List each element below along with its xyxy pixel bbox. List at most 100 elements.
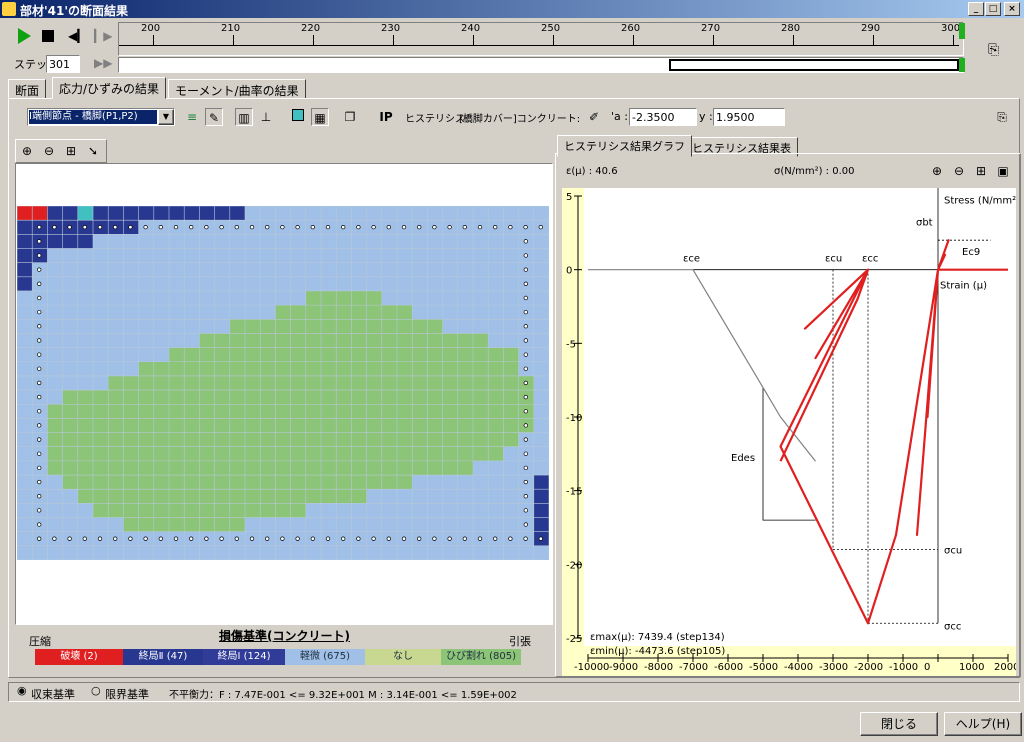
- y-input[interactable]: [713, 108, 785, 126]
- layers-icon[interactable]: ≡: [183, 108, 201, 126]
- section-cell: [138, 446, 154, 461]
- graph-frame-icon[interactable]: ▣: [994, 162, 1012, 180]
- section-cell: [108, 418, 124, 433]
- section-cell: [366, 375, 382, 391]
- section-cell: [245, 375, 261, 391]
- section-cell: [457, 460, 473, 476]
- section-cell: [397, 333, 413, 348]
- section-cell: [488, 361, 504, 376]
- zoom-in-icon[interactable]: ⊕: [18, 142, 36, 160]
- y-tick-label: -5: [566, 339, 576, 350]
- play-button[interactable]: [18, 28, 34, 44]
- bar-outline-icon[interactable]: ⊥: [257, 108, 275, 126]
- minimize-button[interactable]: _: [968, 2, 984, 16]
- eps-cc-label: εcc: [862, 254, 878, 265]
- status-bar: ◉ 収束基準 ○ 限界基準 不平衡力：F : 7.47E-001 <= 9.32…: [8, 682, 1020, 702]
- pen-icon[interactable]: ✎: [205, 108, 223, 126]
- grid-icon[interactable]: ▦: [311, 108, 329, 126]
- section-cell: [305, 305, 321, 320]
- section-cell: [245, 503, 261, 518]
- step-input[interactable]: [46, 55, 80, 73]
- section-cell: [305, 446, 321, 461]
- rebar-dot: [447, 536, 452, 541]
- cube-icon[interactable]: ❐: [341, 108, 359, 126]
- slider-window[interactable]: [669, 59, 959, 71]
- section-cell: [397, 319, 413, 334]
- legend-right-label: 引張: [509, 635, 531, 648]
- export-icon[interactable]: ⎘: [993, 108, 1011, 126]
- bar-chart-icon[interactable]: ▥: [235, 108, 253, 126]
- section-cell: [169, 361, 185, 376]
- rebar-dot: [523, 338, 528, 343]
- tab-moment-curvature[interactable]: モーメント/曲率の結果: [168, 79, 306, 99]
- tab-section[interactable]: 断面: [8, 79, 47, 99]
- section-cell: [199, 404, 215, 419]
- copy-icon[interactable]: ⎘: [988, 42, 999, 58]
- y-tick-label: -20: [566, 560, 582, 571]
- node-select[interactable]: I端側節点 - 橋脚(P1,P2) ▼: [27, 108, 175, 126]
- slider-thumb[interactable]: [959, 58, 965, 72]
- section-view[interactable]: [15, 163, 553, 625]
- section-cell: [457, 418, 473, 433]
- section-cell: [169, 503, 185, 518]
- square-icon[interactable]: [289, 108, 307, 126]
- section-cell: [503, 347, 519, 362]
- fit-icon[interactable]: ⊞: [62, 142, 80, 160]
- close-button[interactable]: 閉じる: [860, 712, 938, 736]
- graph-zoom-in-icon[interactable]: ⊕: [928, 162, 946, 180]
- section-cell: [366, 290, 382, 306]
- stop-button[interactable]: [42, 30, 54, 42]
- section-cell: [169, 460, 185, 476]
- a-input[interactable]: [629, 108, 697, 126]
- zoom-out-icon[interactable]: ⊖: [40, 142, 58, 160]
- section-cell: [260, 489, 276, 504]
- radio-limit[interactable]: ○: [91, 684, 101, 697]
- section-cell: [153, 418, 169, 433]
- tab-stress-strain[interactable]: 応力/ひずみの結果: [52, 77, 167, 99]
- step-back-button[interactable]: ◀▎: [68, 29, 86, 43]
- section-cell: [77, 390, 93, 405]
- section-cell: [397, 418, 413, 433]
- section-cell: [457, 333, 473, 348]
- timeline-ruler[interactable]: 200 210 220 230 240 250 260 270 280 290 300: [118, 22, 965, 56]
- rebar-dot: [158, 225, 163, 230]
- chevron-down-icon[interactable]: ▼: [158, 109, 174, 125]
- ip-icon[interactable]: IP: [377, 108, 395, 126]
- graph-fit-icon[interactable]: ⊞: [972, 162, 990, 180]
- timeline-tick: [553, 35, 554, 45]
- hysteresis-chart[interactable]: 50-5-10-15-20-25-10000 -9000 -8000 -7000 -60…: [562, 188, 1016, 676]
- section-cell: [138, 503, 154, 518]
- section-cell: [305, 319, 321, 334]
- section-cell: [503, 375, 519, 391]
- section-cell: [123, 375, 139, 391]
- pan-icon[interactable]: ➘: [84, 142, 102, 160]
- eps-min-label: εmin(μ): -4473.6 (step105): [590, 646, 725, 657]
- section-cell: [123, 475, 139, 490]
- step-slider[interactable]: [118, 57, 965, 73]
- section-cell: [138, 361, 154, 376]
- radio-convergence[interactable]: ◉: [17, 684, 27, 697]
- rebar-dot: [523, 437, 528, 442]
- section-cell: [123, 489, 139, 504]
- help-button[interactable]: ヘルプ(H): [944, 712, 1022, 736]
- rebar-dot: [97, 536, 103, 541]
- section-cell: [473, 333, 489, 348]
- fast-forward-button[interactable]: ▶▶: [94, 56, 112, 70]
- rebar-dot: [128, 225, 133, 230]
- section-cell: [336, 418, 352, 433]
- section-cell: [123, 503, 139, 518]
- strain-axis-label: Strain (μ): [940, 280, 987, 291]
- x-tick-label: -8000: [644, 662, 673, 673]
- rebar-dot: [325, 225, 331, 230]
- section-cell: [138, 390, 154, 405]
- maximize-button[interactable]: □: [985, 2, 1001, 16]
- rebar-dot: [37, 366, 42, 371]
- edit-icon[interactable]: ✐: [585, 108, 603, 126]
- step-forward-button[interactable]: ▎▶: [94, 29, 112, 43]
- section-cell: [366, 390, 382, 405]
- rebar-dot: [523, 309, 528, 315]
- graph-zoom-out-icon[interactable]: ⊖: [950, 162, 968, 180]
- tab-hysteresis-graph[interactable]: ヒステリシス結果グラフ: [557, 135, 692, 157]
- close-window-button[interactable]: ×: [1004, 2, 1020, 16]
- rebar-dot: [234, 225, 239, 230]
